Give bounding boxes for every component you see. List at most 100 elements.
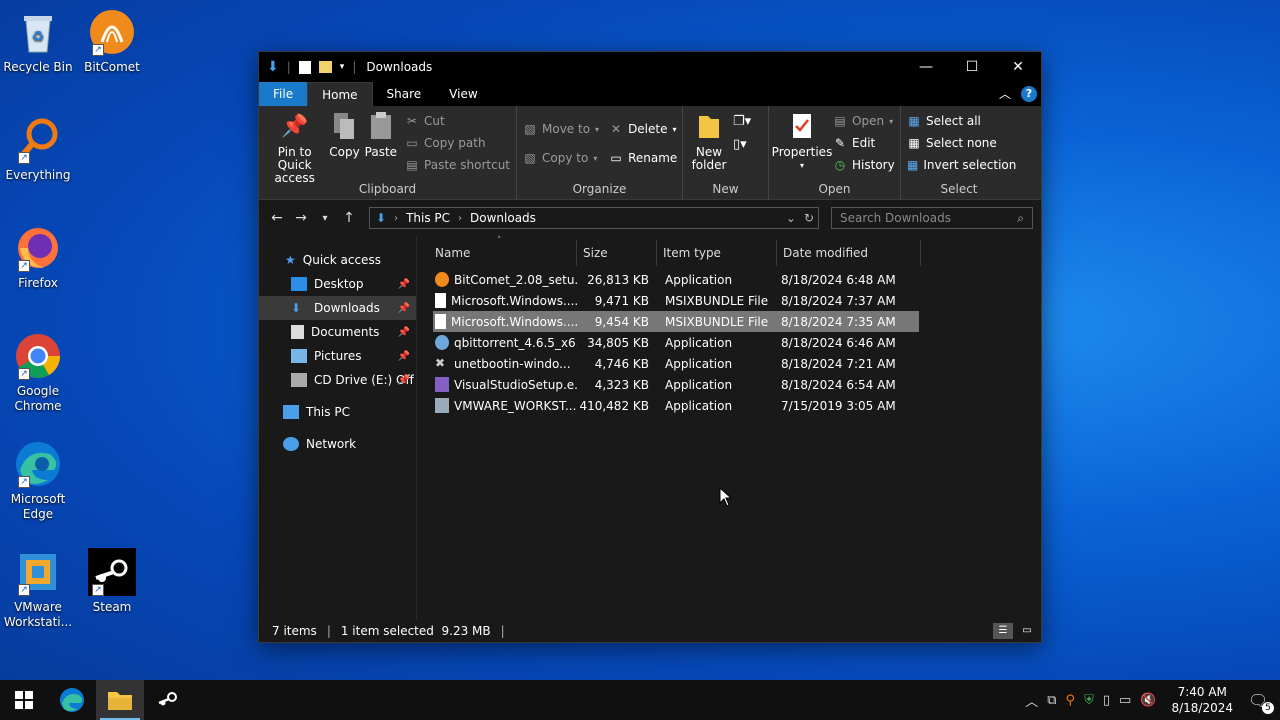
easy-access-icon[interactable]: ▯▾: [733, 137, 751, 152]
file-row[interactable]: VisualStudioSetup.e... 4,323 KB Applicat…: [433, 374, 919, 395]
nav-item-pictures[interactable]: Pictures 📌: [259, 344, 416, 368]
forward-arrow-icon[interactable]: →: [289, 210, 313, 226]
file-icon: [435, 293, 446, 308]
downloads-location-icon: ⬇: [376, 211, 387, 225]
file-row[interactable]: qbittorrent_4.6.5_x6... 34,805 KB Applic…: [433, 332, 919, 353]
desktop-icon-edge[interactable]: ↗ Microsoft Edge: [0, 440, 76, 522]
desktop-icon-steam[interactable]: ↗ Steam: [74, 548, 150, 615]
file-row-selected[interactable]: Microsoft.Windows.... 9,454 KB MSIXBUNDL…: [433, 311, 919, 332]
tab-share[interactable]: Share: [373, 82, 436, 106]
back-arrow-icon[interactable]: ←: [265, 210, 289, 226]
open-button[interactable]: ▤ Open ▾: [833, 110, 895, 132]
collapse-ribbon-icon[interactable]: ︿: [999, 85, 1011, 102]
shortcut-arrow-icon: ↗: [18, 476, 30, 488]
copy-path-icon: ▭: [406, 136, 418, 150]
nav-item-documents[interactable]: Documents 📌: [259, 320, 416, 344]
breadcrumb-this-pc[interactable]: This PC: [406, 211, 450, 225]
copy-to-button[interactable]: ▧ Copy to ▾: [523, 147, 599, 169]
new-folder-qa-icon[interactable]: [318, 61, 332, 73]
rename-icon: ▭: [610, 151, 622, 165]
file-row[interactable]: BitComet_2.08_setu... 26,813 KB Applicat…: [433, 269, 919, 290]
select-all-button[interactable]: ▦ Select all: [907, 110, 1011, 132]
file-type: MSIXBUNDLE File: [665, 314, 769, 329]
qa-dropdown-icon[interactable]: ▾: [340, 62, 345, 72]
cut-button[interactable]: ✂ Cut: [405, 110, 510, 132]
nav-item-downloads[interactable]: ⬇ Downloads 📌: [259, 296, 416, 320]
desktop-icon-vmware[interactable]: ↗ VMware Workstati...: [0, 548, 76, 630]
column-date-modified[interactable]: Date modified: [777, 240, 921, 266]
nav-item-desktop[interactable]: Desktop 📌: [259, 272, 416, 296]
breadcrumb-downloads[interactable]: Downloads: [470, 211, 536, 225]
pin-icon: 📌: [397, 278, 410, 290]
column-size[interactable]: Size: [577, 240, 657, 266]
vmware-tray-icon[interactable]: ⧉: [1047, 693, 1056, 708]
delete-label: Delete: [628, 122, 668, 136]
details-view-icon[interactable]: ☰: [993, 623, 1013, 639]
file-row[interactable]: Microsoft.Windows.... 9,471 KB MSIXBUNDL…: [433, 290, 919, 311]
recent-locations-icon[interactable]: ▾: [313, 213, 337, 224]
search-box[interactable]: Search Downloads ⌕: [831, 207, 1033, 229]
start-button[interactable]: [0, 680, 48, 720]
tab-view[interactable]: View: [435, 82, 491, 106]
invert-selection-button[interactable]: ▦ Invert selection: [907, 154, 1016, 176]
taskbar-edge[interactable]: [48, 680, 96, 720]
ribbon-group-open: Properties ▾ ▤ Open ▾ ✎ Edit ◷ History Open: [769, 106, 901, 200]
nav-network[interactable]: Network: [259, 432, 416, 456]
address-bar[interactable]: ⬇ › This PC › Downloads ⌄ ↻: [369, 207, 819, 229]
paste-icon: [365, 110, 397, 142]
desktop-icon-bitcomet[interactable]: ↗ BitComet: [74, 8, 150, 75]
file-date: 8/18/2024 7:35 AM: [781, 314, 896, 329]
volume-muted-icon[interactable]: 🔇: [1140, 693, 1156, 708]
refresh-icon[interactable]: ↻: [804, 211, 814, 225]
taskbar-file-explorer[interactable]: [96, 680, 144, 720]
taskbar-steam[interactable]: [144, 680, 192, 720]
file-row[interactable]: ✖ unetbootin-windo... 4,746 KB Applicatio…: [433, 353, 919, 374]
file-size: 410,482 KB: [579, 398, 649, 413]
tab-home[interactable]: Home: [307, 82, 373, 106]
maximize-button[interactable]: ☐: [949, 52, 995, 82]
copy-path-button[interactable]: ▭ Copy path: [405, 132, 510, 154]
column-name[interactable]: Name ˄: [429, 236, 577, 266]
paste-shortcut-label: Paste shortcut: [424, 158, 510, 172]
search-icon: ⌕: [1017, 210, 1024, 225]
nav-this-pc[interactable]: This PC: [259, 400, 416, 424]
paste-shortcut-button[interactable]: ▤ Paste shortcut: [405, 154, 510, 176]
desktop-icon-label: Microsoft Edge: [10, 492, 66, 521]
bitcomet-icon: [435, 272, 449, 287]
desktop-icon-everything[interactable]: ↗ Everything: [0, 116, 76, 183]
address-dropdown-icon[interactable]: ⌄: [786, 211, 796, 225]
security-shield-icon[interactable]: ⛨: [1084, 693, 1094, 708]
action-center-button[interactable]: 🗨 5: [1248, 691, 1274, 714]
close-button[interactable]: ✕: [995, 52, 1041, 82]
column-headers: Name ˄ Size Item type Date modified: [429, 236, 1041, 266]
desktop-icon-recycle-bin[interactable]: ♻ Recycle Bin: [0, 8, 76, 75]
desktop-icon-chrome[interactable]: ↗ Google Chrome: [0, 332, 76, 414]
delete-button[interactable]: ✕ Delete ▾: [609, 118, 677, 140]
clock[interactable]: 7:40 AM 8/18/2024: [1165, 684, 1239, 716]
large-icons-view-icon[interactable]: ▭: [1017, 623, 1037, 639]
search-placeholder: Search Downloads: [840, 211, 951, 225]
select-none-button[interactable]: ▦ Select none: [907, 132, 1011, 154]
nav-item-cd-drive[interactable]: CD Drive (E:) Off 📌: [259, 368, 416, 392]
help-icon[interactable]: ?: [1021, 85, 1037, 102]
everything-tray-icon[interactable]: ⚲: [1066, 693, 1076, 708]
column-item-type[interactable]: Item type: [657, 240, 777, 266]
minimize-button[interactable]: —: [903, 52, 949, 82]
new-item-icon[interactable]: ❐▾: [733, 114, 751, 129]
nav-label: Quick access: [302, 253, 381, 267]
up-arrow-icon[interactable]: ↑: [337, 210, 361, 226]
usb-icon[interactable]: ▯: [1103, 693, 1110, 708]
edit-button[interactable]: ✎ Edit: [833, 132, 895, 154]
nav-quick-access[interactable]: ★ Quick access: [259, 248, 416, 272]
file-row[interactable]: VMWARE_WORKST... 410,482 KB Application …: [433, 395, 919, 416]
desktop-icon-firefox[interactable]: ↗ Firefox: [0, 224, 76, 291]
network-icon[interactable]: ▭: [1119, 693, 1131, 708]
history-button[interactable]: ◷ History: [833, 154, 895, 176]
rename-button[interactable]: ▭ Rename: [609, 147, 677, 169]
tab-file[interactable]: File: [259, 82, 308, 106]
column-label: Name: [435, 246, 471, 260]
shortcut-arrow-icon: ↗: [18, 260, 30, 272]
hidden-icons-chevron-icon[interactable]: ︿: [1025, 691, 1038, 710]
move-to-button[interactable]: ▧ Move to ▾: [523, 118, 599, 140]
properties-qa-icon[interactable]: [298, 60, 311, 74]
